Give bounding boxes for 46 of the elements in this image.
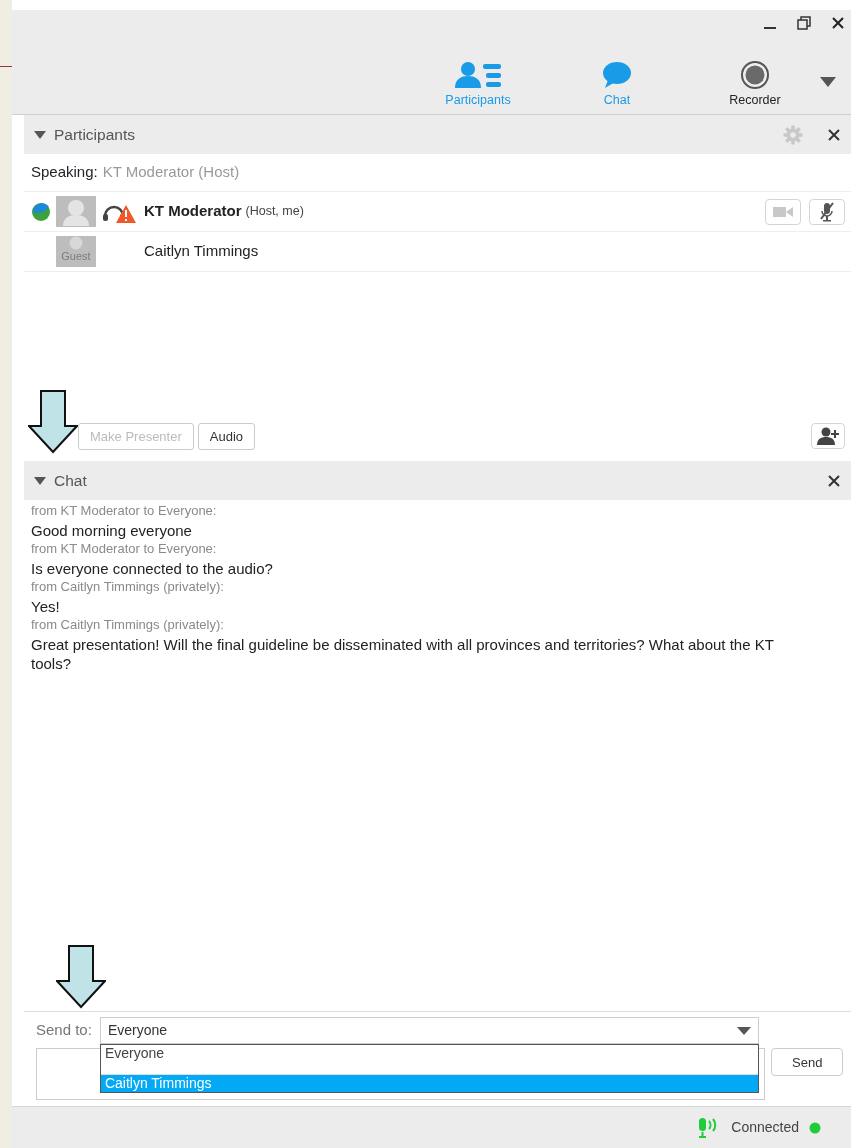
close-icon[interactable] — [831, 16, 845, 30]
avatar-label: Guest — [61, 250, 91, 263]
status-icon — [30, 202, 52, 223]
panel-header[interactable]: Chat — [24, 461, 851, 500]
connection-status: Connected — [731, 1118, 799, 1137]
restore-icon[interactable] — [797, 16, 811, 30]
speaking-label: Speaking: — [31, 162, 98, 183]
muted-microphone-icon — [819, 201, 835, 222]
message-sender: from KT Moderator to Everyone: — [31, 502, 218, 520]
collapse-caret-icon — [34, 130, 46, 139]
panel-title: Chat — [54, 470, 88, 491]
send-button[interactable]: Send — [771, 1048, 844, 1076]
message-sender: from Caitlyn Timmings (privately): — [31, 578, 225, 596]
add-person-icon — [817, 427, 839, 446]
mute-button[interactable] — [809, 198, 845, 225]
speech-bubble-icon — [602, 61, 632, 90]
close-icon[interactable] — [827, 127, 841, 142]
record-icon — [740, 61, 770, 90]
person-silhouette-icon — [68, 236, 84, 250]
panel-header[interactable]: Participants — [24, 115, 851, 154]
recipient-dropdown[interactable]: Everyone — [99, 1017, 759, 1044]
video-camera-icon — [773, 204, 793, 219]
send-to-label: Send to: — [36, 1020, 92, 1041]
down-arrow — [28, 390, 78, 454]
status-dot-icon — [809, 1121, 821, 1134]
message-text: Good morning everyone — [31, 520, 193, 540]
toolbar-tab[interactable]: Recorder — [705, 61, 805, 110]
participant-name: KT Moderator — [144, 201, 242, 222]
speaker-name: KT Moderator (Host) — [102, 162, 240, 183]
dropdown-caret-icon[interactable] — [820, 77, 836, 87]
down-arrow — [56, 945, 106, 1009]
audio-button[interactable]: Audio — [197, 422, 255, 450]
collapse-caret-icon — [34, 476, 46, 485]
panel-title: Participants — [54, 124, 136, 145]
dropdown-caret-icon — [736, 1026, 751, 1035]
add-person-button[interactable] — [811, 423, 845, 450]
participants-icon — [454, 61, 502, 90]
message-text: Yes! — [31, 596, 61, 616]
person-silhouette-icon — [62, 197, 90, 226]
message-sender: from KT Moderator to Everyone: — [31, 540, 218, 558]
message-text: Great presentation! Will the final guideline be disseminated with all provinces and territories? What about the KT tools? — [31, 634, 775, 674]
participant-name: Caitlyn Timmings — [144, 241, 259, 262]
message-sender: from Caitlyn Timmings (privately): — [31, 616, 225, 634]
participant-role: (Host, me) — [245, 203, 304, 221]
message-text: Is everyone connected to the audio? — [31, 558, 274, 578]
close-icon[interactable] — [827, 473, 841, 488]
